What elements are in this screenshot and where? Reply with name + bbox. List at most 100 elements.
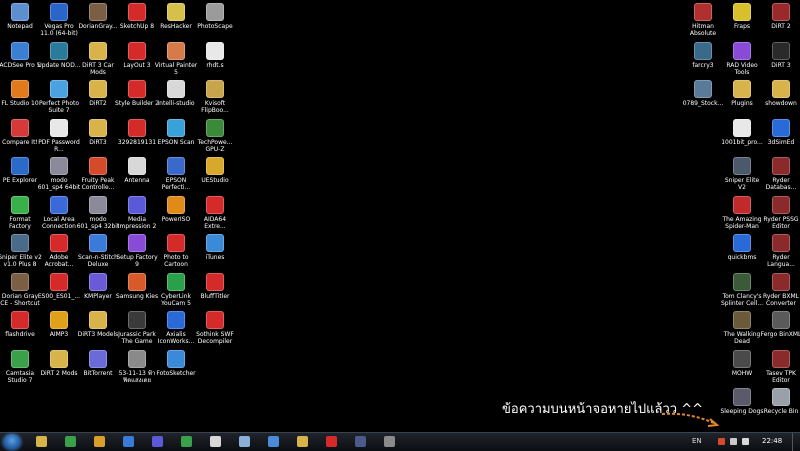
desktop-shortcut[interactable]: Tom Clancy's Splinter Cell... [721,272,763,310]
explorer-icon[interactable] [36,436,47,447]
desktop-shortcut[interactable]: FotoSketcher [156,349,196,387]
desktop-shortcut[interactable]: 0789_Stock... [683,79,723,117]
desktop-shortcut[interactable]: modo 601_sp4 32bit [77,195,119,233]
desktop-shortcut[interactable]: ES00_ES01_... [38,272,80,310]
desktop-shortcut[interactable]: Hitman Absolute [683,2,723,40]
desktop-shortcut[interactable]: Compare It! [0,118,40,156]
desktop-shortcut[interactable]: DiRT 3 Car Mods [78,41,118,79]
desktop-shortcut[interactable]: Ryder PSSG Editor [761,195,800,233]
desktop-shortcut[interactable]: ACDSee Pro 5 [0,41,41,79]
app-icon-8[interactable] [239,436,250,447]
desktop-shortcut[interactable]: 53-11-13 ฟ้า ฟิดแสงเดย [117,349,157,387]
desktop-shortcut[interactable]: Vegas Pro 11.0 (64-bit) [39,2,79,40]
chrome-icon[interactable] [94,436,105,447]
desktop-shortcut[interactable]: PDF Password R... [38,118,80,156]
tray-network-icon[interactable] [730,438,737,445]
desktop-shortcut[interactable]: DiRT 2 [761,2,800,40]
desktop-shortcut[interactable]: Intelli-studio [156,79,196,117]
desktop-shortcut[interactable]: Fraps [722,2,762,40]
desktop-shortcut[interactable]: showdown [761,79,800,117]
desktop-shortcut[interactable]: ResHacker [156,2,196,40]
desktop-shortcut[interactable]: Perfect Photo Suite 7 [39,79,79,117]
desktop-shortcut[interactable]: Fergo BinXML [761,310,800,348]
start-button[interactable] [3,434,21,450]
desktop-shortcut[interactable]: farcry3 [683,41,723,79]
desktop-shortcut[interactable]: flashdrive [0,310,40,348]
desktop-shortcut[interactable]: The Amazing Spider-Man [722,195,762,233]
desktop-shortcut[interactable]: DiRT2 [78,79,118,117]
desktop-shortcut[interactable]: LayOut 3 [117,41,157,79]
desktop-shortcut[interactable]: EPSON Perfecti... [156,156,196,194]
desktop-shortcut[interactable]: Sleeping Dogs [720,387,764,425]
desktop-shortcut[interactable]: rhdt.s [195,41,235,79]
app-icon-10[interactable] [297,436,308,447]
desktop-shortcut[interactable]: DiRT3 [78,118,118,156]
desktop-shortcut[interactable]: Scan-n-Stitch Deluxe [78,233,118,271]
desktop-shortcut[interactable]: Setup Factory 9 [116,233,158,271]
app-icon-7[interactable] [210,436,221,447]
desktop-shortcut[interactable]: Photo to Cartoon [156,233,196,271]
desktop-shortcut[interactable]: Ryder BXML Converter [761,272,800,310]
desktop-shortcut[interactable]: 3dSimEd [761,118,800,156]
desktop-shortcut[interactable]: TechPowe... GPU-Z [195,118,235,156]
desktop-shortcut[interactable]: 1001bit_pro... [721,118,763,156]
desktop-shortcut[interactable]: Jurassic Park The Game [117,310,157,348]
show-desktop-button[interactable] [792,433,800,451]
desktop-shortcut[interactable]: Dorian Gray CE - Shortcut [0,272,40,310]
desktop-shortcut[interactable]: Sniper Elite V2 [722,156,762,194]
desktop-shortcut[interactable]: RAD Video Tools [722,41,762,79]
desktop-shortcut[interactable]: Tasev TPK Editor [761,349,800,387]
app-icon-9[interactable] [268,436,279,447]
desktop-shortcut[interactable]: Virtual Painter 5 [155,41,197,79]
desktop-shortcut[interactable]: BluffTitler [195,272,235,310]
desktop-shortcut[interactable]: Sothink SWF Decompiler [195,310,235,348]
desktop-shortcut[interactable]: 3292819131 [117,118,157,156]
desktop-shortcut[interactable]: PhotoScape [195,2,235,40]
desktop-shortcut[interactable]: Update NOD... [37,41,81,79]
tray-app-icon[interactable] [718,438,725,445]
desktop-shortcut[interactable]: Adobe Acrobat... [39,233,79,271]
desktop-shortcut[interactable]: FL Studio 10 [0,79,40,117]
desktop-shortcut[interactable]: Samsung Kies [116,272,158,310]
desktop-shortcut[interactable]: UEStudio [195,156,235,194]
clock[interactable]: 22:48 [762,437,782,445]
desktop-shortcut[interactable]: Media Impression 2 [117,195,157,233]
desktop-shortcut[interactable]: Ryder Databas... [761,156,800,194]
desktop-shortcut[interactable]: modo 601_sp4 64bit [38,156,80,194]
desktop-shortcut[interactable]: Recycle Bin [761,387,800,425]
desktop-shortcut[interactable]: BitTorrent [78,349,118,387]
desktop-shortcut[interactable]: Camtasia Studio 7 [0,349,40,387]
desktop-shortcut[interactable]: iTunes [195,233,235,271]
desktop-shortcut[interactable]: Axialis IconWorks... [156,310,196,348]
desktop-shortcut[interactable]: PowerISO [156,195,196,233]
desktop-shortcut[interactable]: EPSON Scan [156,118,196,156]
desktop-shortcut[interactable]: Notepad [0,2,40,40]
desktop-shortcut[interactable]: DorianGray... [78,2,118,40]
tray-volume-icon[interactable] [742,438,749,445]
desktop-shortcut[interactable]: DiRT 2 Mods [39,349,79,387]
desktop-shortcut[interactable]: The Walking Dead [722,310,762,348]
desktop-shortcut[interactable]: AIDA64 Extre... [195,195,235,233]
app-icon-12[interactable] [355,436,366,447]
desktop-shortcut[interactable]: Antenna [117,156,157,194]
desktop-shortcut[interactable]: Fruity Peak Controlle... [78,156,118,194]
app-icon-13[interactable] [384,436,395,447]
desktop-shortcut[interactable]: CyberLink YouCam 5 [156,272,196,310]
desktop-shortcut[interactable]: DiRT3 Models [78,310,118,348]
users-icon[interactable] [65,436,76,447]
desktop-shortcut[interactable]: SketchUp 8 [117,2,157,40]
app-icon-4[interactable] [123,436,134,447]
desktop-shortcut[interactable]: Sniper Elite v2 v1.0 Plus 8 [0,233,42,271]
desktop-shortcut[interactable]: Style Builder 2 [115,79,159,117]
desktop-shortcut[interactable]: Ryder Langua... [761,233,800,271]
desktop-shortcut[interactable]: DiRT 3 [761,41,800,79]
app-icon-11[interactable] [326,436,337,447]
desktop-shortcut[interactable]: MOHW [722,349,762,387]
desktop-shortcut[interactable]: Plugins [722,79,762,117]
app-icon-6[interactable] [181,436,192,447]
language-indicator[interactable]: EN [692,437,702,445]
desktop-shortcut[interactable]: quickbms [722,233,762,271]
desktop-shortcut[interactable]: Format Factory [0,195,40,233]
desktop-shortcut[interactable]: PE Explorer [0,156,40,194]
desktop-shortcut[interactable]: Local Area Connection [39,195,79,233]
